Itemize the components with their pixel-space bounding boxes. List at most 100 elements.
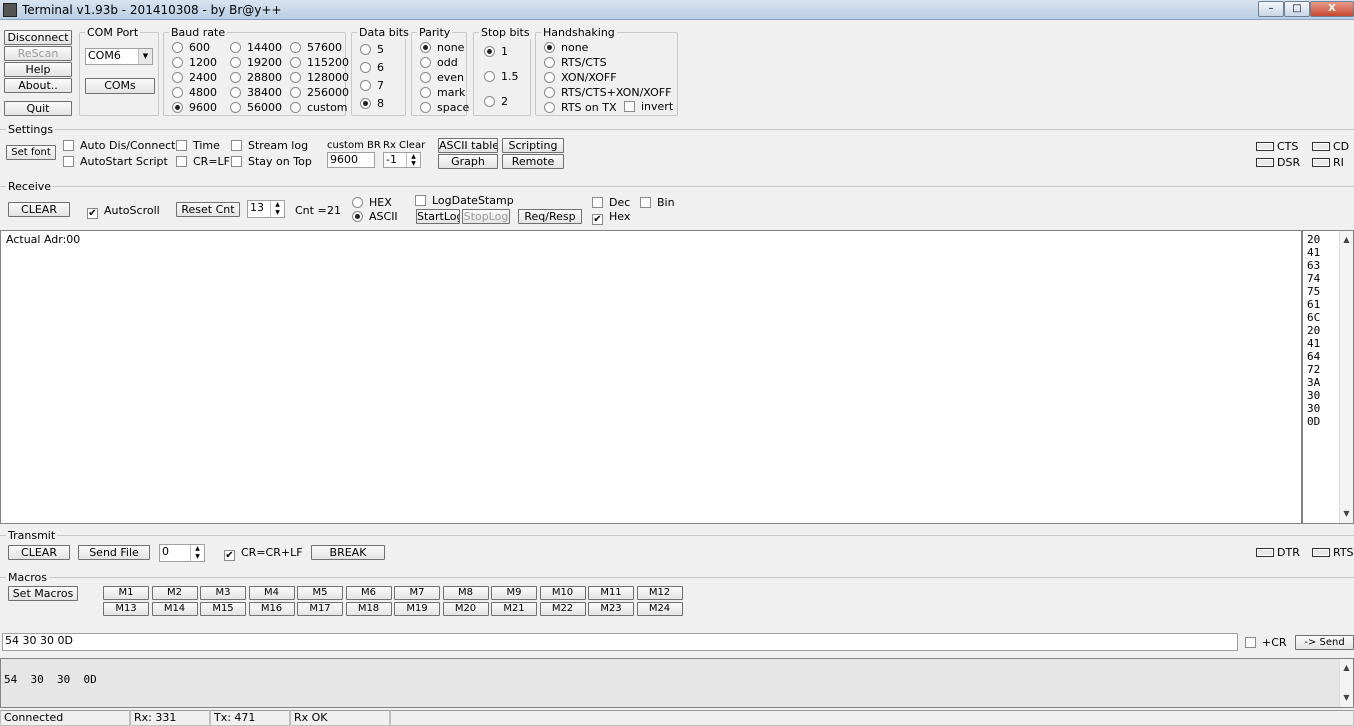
transmit-spinner[interactable]: 0 ▲ ▼ bbox=[159, 544, 205, 562]
cr-lf-checkbox[interactable]: CR=LF bbox=[176, 155, 230, 168]
set-macros-button[interactable]: Set Macros bbox=[8, 586, 78, 601]
remote-button[interactable]: Remote bbox=[502, 154, 564, 169]
send-button[interactable]: -> Send bbox=[1295, 635, 1354, 650]
arrow-up-icon[interactable]: ▲ bbox=[1340, 233, 1353, 247]
macro-button-m10[interactable]: M10 bbox=[539, 586, 586, 600]
invert-checkbox[interactable]: invert bbox=[624, 100, 673, 113]
macro-button-m13[interactable]: M13 bbox=[103, 602, 149, 616]
macro-button-m22[interactable]: M22 bbox=[539, 602, 586, 616]
vertical-scrollbar[interactable]: ▲ ▼ bbox=[1339, 231, 1353, 523]
chevron-down-icon[interactable]: ▼ bbox=[138, 49, 152, 64]
rescan-button[interactable]: ReScan bbox=[4, 46, 72, 61]
ascii-radio[interactable]: ASCII bbox=[352, 210, 398, 223]
transmit-history[interactable]: 54 30 30 0D ▲ ▼ bbox=[0, 658, 1354, 708]
parity-radio-mark[interactable]: mark bbox=[420, 86, 465, 99]
baud-radio-custom[interactable]: custom bbox=[290, 101, 348, 114]
hex-checkbox[interactable]: ✔ Hex bbox=[592, 210, 630, 225]
arrow-down-icon[interactable]: ▼ bbox=[1340, 507, 1353, 521]
handshaking-radio-0[interactable]: none bbox=[544, 41, 588, 54]
macro-button-m9[interactable]: M9 bbox=[491, 586, 537, 600]
macro-button-m5[interactable]: M5 bbox=[297, 586, 343, 600]
autostart-script-checkbox[interactable]: AutoStart Script bbox=[63, 155, 168, 168]
macro-button-m3[interactable]: M3 bbox=[200, 586, 246, 600]
vertical-scrollbar[interactable]: ▲ ▼ bbox=[1339, 659, 1353, 707]
scripting-button[interactable]: Scripting bbox=[502, 138, 564, 153]
transmit-clear-button[interactable]: CLEAR bbox=[8, 545, 70, 560]
set-font-button[interactable]: Set font bbox=[6, 145, 56, 160]
macro-button-m17[interactable]: M17 bbox=[297, 602, 343, 616]
baud-radio-9600[interactable]: 9600 bbox=[172, 101, 217, 114]
cr-crlf-checkbox[interactable]: ✔ CR=CR+LF bbox=[224, 546, 303, 561]
macro-button-m1[interactable]: M1 bbox=[103, 586, 149, 600]
spinner-arrows[interactable]: ▲ ▼ bbox=[406, 153, 420, 167]
spinner-arrows[interactable]: ▲ ▼ bbox=[270, 201, 284, 217]
auto-dis-connect-checkbox[interactable]: Auto Dis/Connect bbox=[63, 139, 175, 152]
data-bits-radio-7[interactable]: 7 bbox=[360, 79, 384, 92]
baud-radio-128000[interactable]: 128000 bbox=[290, 71, 349, 84]
time-checkbox[interactable]: Time bbox=[176, 139, 220, 152]
break-button[interactable]: BREAK bbox=[311, 545, 385, 560]
macro-button-m16[interactable]: M16 bbox=[248, 602, 295, 616]
data-bits-radio-8[interactable]: 8 bbox=[360, 97, 384, 110]
com-port-select[interactable]: COM6 ▼ bbox=[85, 48, 153, 65]
macro-button-m6[interactable]: M6 bbox=[345, 586, 392, 600]
disconnect-button[interactable]: Disconnect bbox=[4, 30, 72, 45]
quit-button[interactable]: Quit bbox=[4, 101, 72, 116]
receive-terminal[interactable]: Actual Adr:00 bbox=[0, 230, 1302, 524]
hex-view[interactable]: 20 41 63 74 75 61 6C 20 41 64 72 3A 30 30 0D ▲ ▼ bbox=[1302, 230, 1354, 524]
baud-radio-600[interactable]: 600 bbox=[172, 41, 210, 54]
plus-cr-checkbox[interactable]: +CR bbox=[1245, 636, 1287, 649]
baud-radio-1200[interactable]: 1200 bbox=[172, 56, 217, 69]
baud-radio-56000[interactable]: 56000 bbox=[230, 101, 282, 114]
about-button[interactable]: About.. bbox=[4, 78, 72, 93]
arrow-up-icon[interactable]: ▲ bbox=[271, 201, 284, 209]
arrow-up-icon[interactable]: ▲ bbox=[191, 545, 204, 553]
spinner-arrows[interactable]: ▲ ▼ bbox=[190, 545, 204, 561]
baud-radio-256000[interactable]: 256000 bbox=[290, 86, 349, 99]
arrow-down-icon[interactable]: ▼ bbox=[271, 209, 284, 217]
stoplog-button[interactable]: StopLog bbox=[462, 209, 510, 224]
macro-button-m8[interactable]: M8 bbox=[442, 586, 489, 600]
coms-button[interactable]: COMs bbox=[85, 78, 155, 94]
stop-bits-radio-2[interactable]: 2 bbox=[484, 95, 508, 108]
macro-button-m19[interactable]: M19 bbox=[394, 602, 440, 616]
handshaking-radio-3[interactable]: RTS/CTS+XON/XOFF bbox=[544, 86, 671, 99]
reset-cnt-button[interactable]: Reset Cnt bbox=[176, 202, 240, 217]
logdatestamp-checkbox[interactable]: LogDateStamp bbox=[415, 194, 514, 207]
data-bits-radio-5[interactable]: 5 bbox=[360, 43, 384, 56]
graph-button[interactable]: Graph bbox=[438, 154, 498, 169]
macro-button-m23[interactable]: M23 bbox=[588, 602, 634, 616]
handshaking-radio-1[interactable]: RTS/CTS bbox=[544, 56, 607, 69]
macro-button-m15[interactable]: M15 bbox=[200, 602, 246, 616]
startlog-button[interactable]: StartLog bbox=[416, 209, 460, 224]
receive-clear-button[interactable]: CLEAR bbox=[8, 202, 70, 217]
stop-bits-radio-1[interactable]: 1.5 bbox=[484, 70, 519, 83]
handshaking-radio-4[interactable]: RTS on TX bbox=[544, 101, 617, 114]
parity-radio-odd[interactable]: odd bbox=[420, 56, 458, 69]
macro-button-m14[interactable]: M14 bbox=[151, 602, 198, 616]
maximize-button[interactable]: □ bbox=[1284, 1, 1310, 17]
arrow-down-icon[interactable]: ▼ bbox=[1340, 691, 1353, 705]
baud-radio-28800[interactable]: 28800 bbox=[230, 71, 282, 84]
req-resp-button[interactable]: Req/Resp bbox=[518, 209, 582, 224]
baud-radio-38400[interactable]: 38400 bbox=[230, 86, 282, 99]
baud-radio-57600[interactable]: 57600 bbox=[290, 41, 342, 54]
parity-radio-even[interactable]: even bbox=[420, 71, 464, 84]
macro-button-m7[interactable]: M7 bbox=[394, 586, 440, 600]
macro-button-m18[interactable]: M18 bbox=[345, 602, 392, 616]
baud-radio-14400[interactable]: 14400 bbox=[230, 41, 282, 54]
arrow-up-icon[interactable]: ▲ bbox=[407, 153, 420, 160]
cnt-spinner[interactable]: 13 ▲ ▼ bbox=[247, 200, 285, 218]
macro-button-m24[interactable]: M24 bbox=[636, 602, 683, 616]
dec-checkbox[interactable]: Dec bbox=[592, 196, 630, 209]
macro-button-m12[interactable]: M12 bbox=[636, 586, 683, 600]
macro-button-m20[interactable]: M20 bbox=[442, 602, 489, 616]
ascii-table-button[interactable]: ASCII table bbox=[438, 138, 498, 153]
arrow-down-icon[interactable]: ▼ bbox=[407, 160, 420, 167]
stream-log-checkbox[interactable]: Stream log bbox=[231, 139, 308, 152]
macro-button-m11[interactable]: M11 bbox=[588, 586, 634, 600]
baud-radio-19200[interactable]: 19200 bbox=[230, 56, 282, 69]
macro-button-m21[interactable]: M21 bbox=[491, 602, 537, 616]
macro-button-m4[interactable]: M4 bbox=[248, 586, 295, 600]
bin-checkbox[interactable]: Bin bbox=[640, 196, 675, 209]
